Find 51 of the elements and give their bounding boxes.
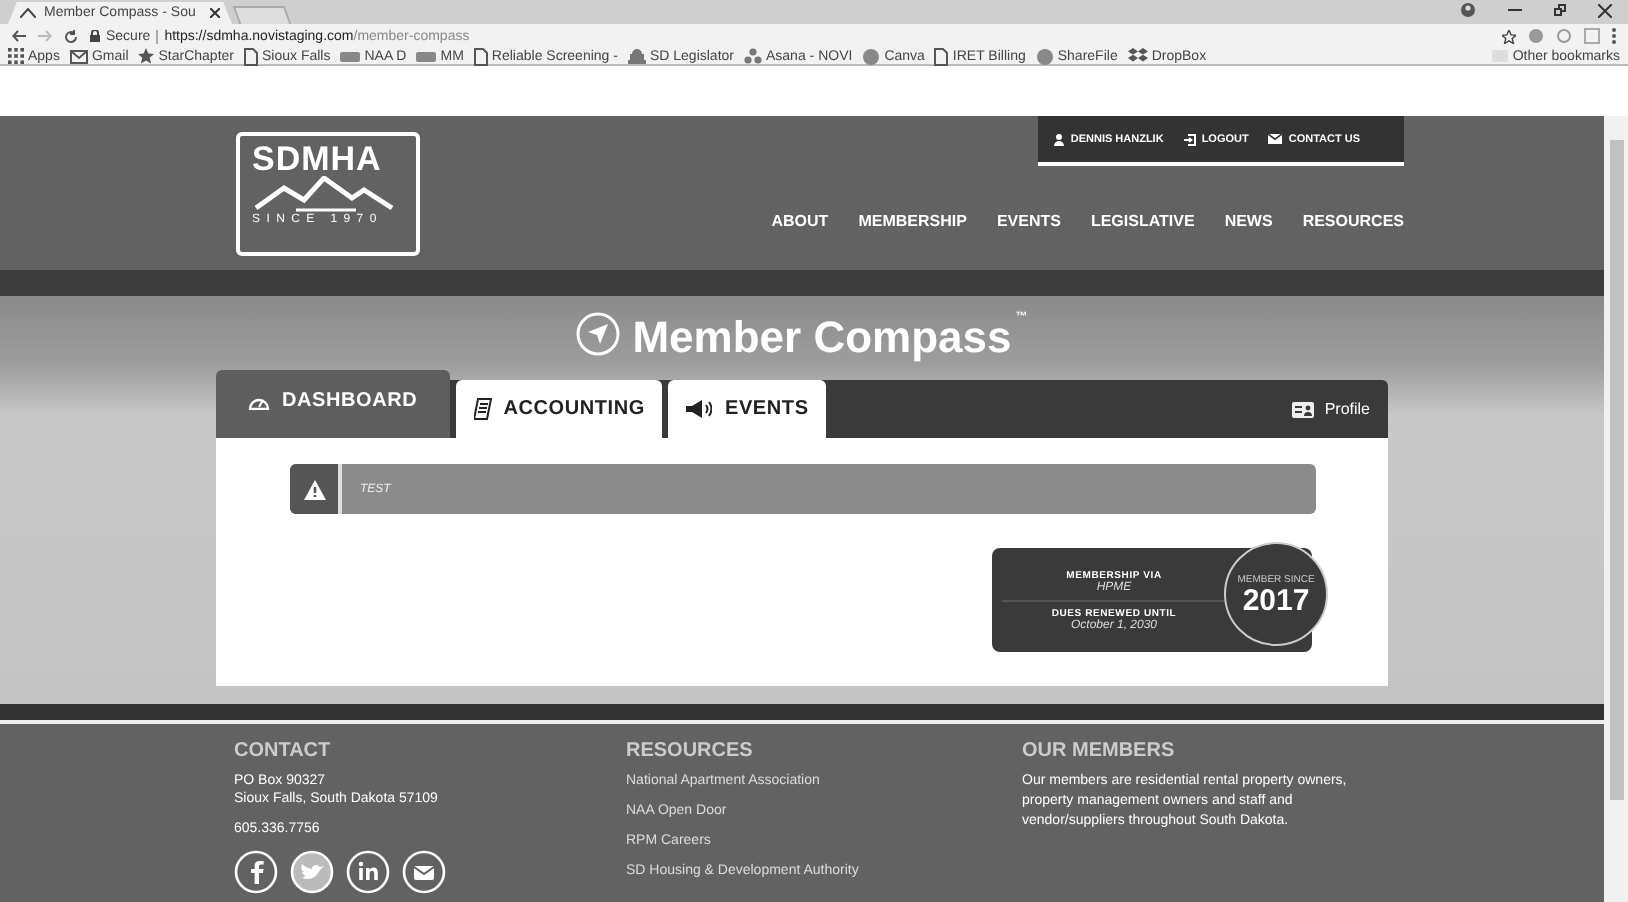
sign-out-icon (1183, 133, 1196, 145)
scrollbar-thumb[interactable] (1610, 140, 1624, 800)
apps-grid-icon (8, 48, 24, 64)
lock-icon (90, 30, 100, 42)
reload-icon[interactable] (64, 29, 78, 43)
footer-heading: CONTACT (234, 740, 333, 762)
linkedin-icon[interactable] (346, 850, 390, 894)
box-icon (1127, 48, 1148, 64)
nav-link[interactable]: NEWS (1224, 212, 1273, 230)
nav-link[interactable]: EVENTS (996, 212, 1061, 230)
envelope-icon (1268, 134, 1283, 144)
megaphone-icon (686, 400, 713, 418)
footer-heading: RESOURCES (626, 740, 755, 762)
circle-logo-icon (1035, 47, 1054, 65)
tab[interactable]: ACCOUNTING (455, 380, 663, 438)
restore-icon[interactable] (1554, 4, 1566, 16)
profile-link[interactable]: Profile (1292, 400, 1370, 418)
nav-link[interactable]: ABOUT (771, 212, 829, 230)
page-title: Member Compass (632, 312, 1012, 364)
bird-icon[interactable] (290, 850, 334, 894)
page-icon (473, 47, 488, 65)
star-icon[interactable] (1502, 29, 1516, 43)
star-icon (138, 48, 155, 64)
envelope-icon (69, 49, 88, 63)
nav-link[interactable]: MEMBERSHIP (858, 212, 967, 230)
facebook-icon[interactable] (234, 850, 278, 894)
dots-icon (744, 48, 762, 64)
building-icon (627, 48, 646, 64)
receipt-icon (473, 398, 492, 420)
user-icon (1054, 133, 1065, 145)
minimize-icon[interactable] (1508, 8, 1522, 12)
warning-icon (303, 479, 325, 499)
mountain-icon (20, 8, 36, 18)
envelope-icon[interactable] (402, 850, 446, 894)
nav-link[interactable]: LEGISLATIVE (1090, 212, 1195, 230)
member-since-year: 2017 (1242, 585, 1310, 615)
id-card-icon (1292, 401, 1315, 417)
back-icon[interactable] (12, 30, 26, 42)
close-icon[interactable] (210, 8, 220, 18)
circle-logo-icon (862, 47, 881, 65)
account-icon[interactable] (1460, 2, 1476, 18)
folder-icon (1492, 50, 1509, 62)
nav-link[interactable]: RESOURCES (1302, 212, 1404, 230)
page-icon (244, 47, 258, 65)
footer-heading: OUR MEMBERS (1022, 740, 1177, 762)
page-icon (934, 47, 949, 65)
tab[interactable]: EVENTS (668, 380, 827, 438)
compass-icon (576, 312, 621, 356)
logo-text: SDMHA (252, 142, 382, 176)
close-icon[interactable] (1598, 3, 1612, 17)
tab[interactable]: DASHBOARD (216, 370, 450, 438)
